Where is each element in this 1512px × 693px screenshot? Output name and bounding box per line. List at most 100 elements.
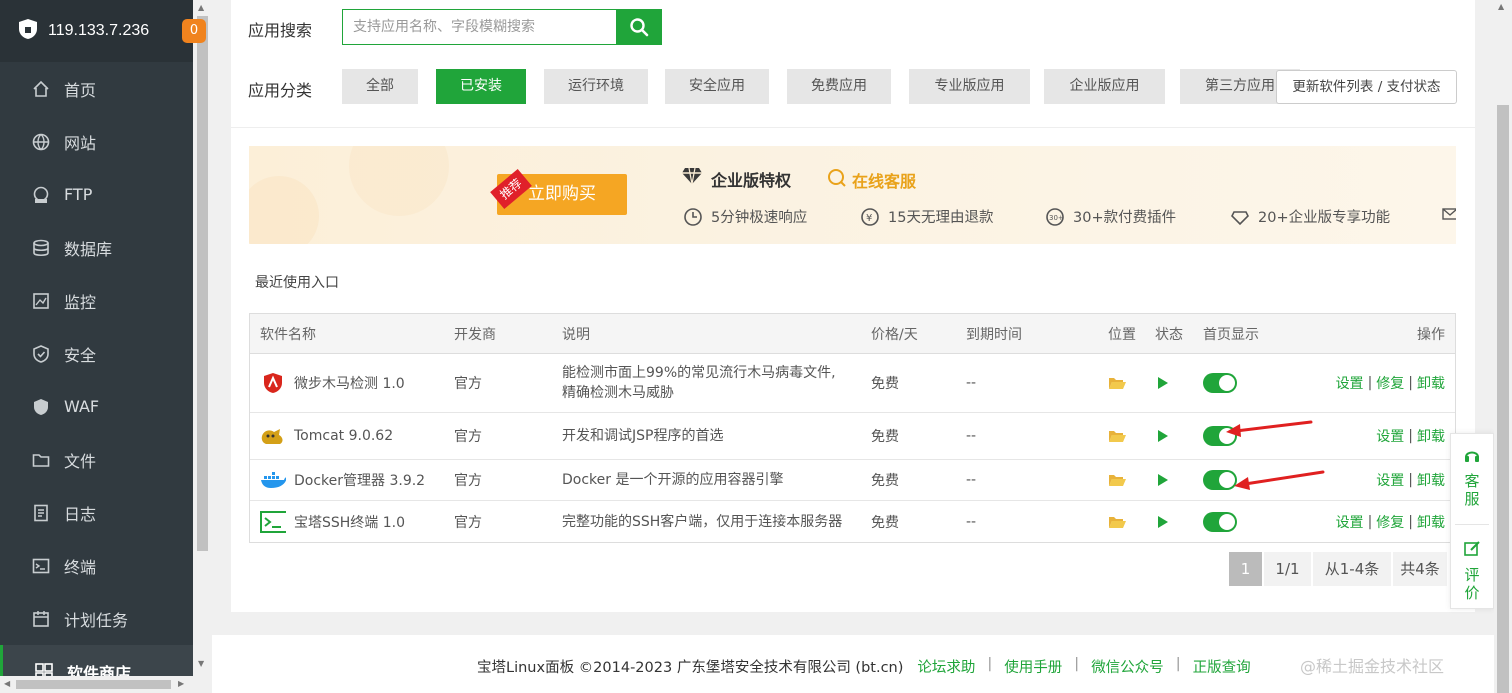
customer-service-button[interactable]: 客服 [1451,472,1493,508]
category-tab[interactable]: 企业版应用 [1044,69,1165,104]
play-icon[interactable] [1157,413,1169,459]
headset-icon [1463,446,1481,468]
op-link[interactable]: 卸载 [1417,512,1445,532]
description: Docker 是一个开源的应用容器引擎 [562,460,783,500]
diamond-icon [681,166,703,190]
sidebar-scrollbar[interactable]: ▲ ▼ [193,0,212,693]
scrollbar-thumb[interactable] [197,16,208,551]
sidebar-item[interactable]: 安全 [0,327,193,380]
category-tab[interactable]: 专业版应用 [909,69,1030,104]
description-line: 能检测市面上99%的常见流行木马病毒文件, [562,365,836,381]
op-link[interactable]: 修复 [1376,373,1404,393]
edit-icon [1463,540,1481,562]
hscrollbar-thumb[interactable] [16,680,171,689]
sidebar-item[interactable]: 计划任务 [0,592,193,645]
play-icon[interactable] [1157,354,1169,412]
operations: 设置 | 修复 | 卸载 [1336,501,1445,542]
folder-open-icon[interactable] [1108,413,1126,459]
sidebar-item[interactable]: 文件 [0,433,193,486]
float-divider [1455,524,1489,525]
homepage-toggle[interactable] [1203,511,1237,532]
sidebar-item[interactable]: 日志 [0,486,193,539]
op-link[interactable]: 设置 [1376,426,1404,446]
category-tab[interactable]: 全部 [342,69,418,104]
wechat-link[interactable]: 微信公众号 [1091,656,1164,677]
ops-separator: | [1367,375,1373,391]
scroll-down-icon[interactable]: ▼ [198,659,204,668]
sidebar-item[interactable]: 网站 [0,115,193,168]
online-service-link[interactable]: 在线客服 [852,168,916,192]
sidebar-item[interactable]: 数据库 [0,221,193,274]
software-name-cell[interactable]: 微步木马检测 1.0 [260,354,405,412]
folder-icon [32,451,50,469]
enterprise-banner: 立即购买 推荐 企业版特权 在线客服 5分钟极速响应 ¥ 15天无理由退款 30… [249,146,1456,244]
software-name[interactable]: Tomcat 9.0.62 [294,428,393,444]
scroll-up-icon[interactable]: ▲ [1498,2,1504,11]
homepage-toggle[interactable] [1203,373,1237,393]
manual-link[interactable]: 使用手册 [1004,656,1062,677]
homepage-toggle[interactable] [1203,470,1237,490]
waf-shield-icon [32,398,50,416]
header-expire: 到期时间 [966,326,1022,343]
sidebar-item[interactable]: 终端 [0,539,193,592]
page-range: 从1-4条 [1313,552,1391,586]
software-name-cell[interactable]: Docker管理器 3.9.2 [260,460,425,500]
play-icon[interactable] [1157,501,1169,542]
page-scrollbar[interactable]: ▲ [1494,0,1512,693]
op-link[interactable]: 卸载 [1417,373,1445,393]
op-link[interactable]: 设置 [1336,512,1364,532]
folder-open-icon[interactable] [1108,460,1126,500]
page-scrollbar-thumb[interactable] [1497,105,1509,693]
search-button[interactable] [616,9,662,45]
forum-link[interactable]: 论坛求助 [917,656,975,677]
review-button[interactable]: 评价 [1451,566,1493,602]
chat-icon [827,168,847,192]
horizontal-scrollbar[interactable]: ◀ ▶ [0,676,193,693]
price: 免费 [871,473,899,489]
server-host: 119.133.7.236 [48,22,150,39]
pagination: 1 1/1 从1-4条 共4条 [1229,552,1447,586]
copyright-text: 宝塔Linux面板 ©2014-2023 广东堡塔安全技术有限公司 (bt.cn… [477,660,904,676]
search-icon [630,18,649,37]
sidebar-item[interactable]: 监控 [0,274,193,327]
page-count: 1/1 [1264,552,1311,586]
scroll-up-icon[interactable]: ▲ [198,3,204,12]
divider [231,127,1475,128]
sidebar-item-label: 首页 [64,80,97,100]
sidebar-item[interactable]: WAF [0,380,193,433]
category-tab[interactable]: 免费应用 [787,69,891,104]
op-link[interactable]: 设置 [1376,470,1404,490]
main-area: 应用搜索 支持应用名称、字段模糊搜索 应用分类 全部 已安装 运行环境 安全应用 免费应… [212,0,1494,693]
sidebar-item[interactable]: 首页 [0,62,193,115]
scroll-right-icon[interactable]: ▶ [178,679,184,688]
watermark: @稀土掘金技术社区 [1300,657,1445,676]
op-link[interactable]: 修复 [1376,512,1404,532]
op-link[interactable]: 设置 [1336,373,1364,393]
svg-text:¥: ¥ [866,213,872,224]
license-check-link[interactable]: 正版查询 [1193,656,1251,677]
software-name[interactable]: 宝塔SSH终端 1.0 [294,512,405,532]
search-input[interactable]: 支持应用名称、字段模糊搜索 [342,9,617,45]
database-icon [32,239,50,257]
category-tab[interactable]: 已安装 [436,69,526,104]
op-link[interactable]: 卸载 [1417,426,1445,446]
notification-badge[interactable]: 0 [182,19,206,43]
software-name-cell[interactable]: 宝塔SSH终端 1.0 [260,501,405,542]
sidebar-item[interactable]: FTP [0,168,193,221]
header-name: 软件名称 [260,326,316,343]
scroll-left-icon[interactable]: ◀ [4,679,10,688]
refresh-list-button[interactable]: 更新软件列表 / 支付状态 [1276,70,1457,104]
page-current[interactable]: 1 [1229,552,1262,586]
category-tab[interactable]: 运行环境 [544,69,648,104]
sidebar-header: 119.133.7.236 [0,0,193,62]
category-tab[interactable]: 安全应用 [665,69,769,104]
folder-open-icon[interactable] [1108,354,1126,412]
play-icon[interactable] [1157,460,1169,500]
op-link[interactable]: 卸载 [1417,470,1445,490]
software-name[interactable]: Docker管理器 3.9.2 [294,470,425,490]
header-developer: 开发商 [454,326,496,343]
software-name[interactable]: 微步木马检测 1.0 [294,373,405,393]
software-name-cell[interactable]: Tomcat 9.0.62 [260,413,393,459]
folder-open-icon[interactable] [1108,501,1126,542]
homepage-toggle[interactable] [1203,426,1237,446]
